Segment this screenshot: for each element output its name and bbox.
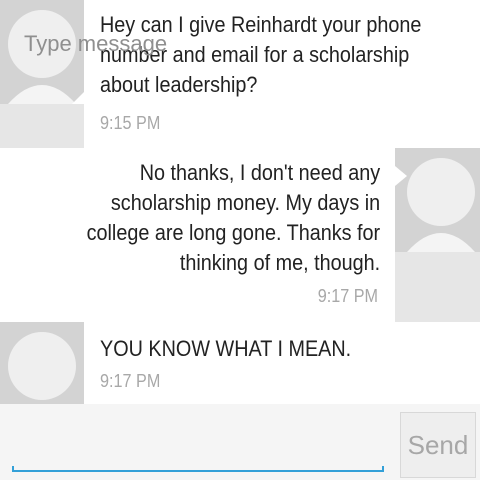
message-outgoing[interactable]: No thanks, I don't need any scholarship …: [0, 148, 480, 322]
message-line: YOU KNOW WHAT I MEAN.: [100, 336, 352, 361]
send-button[interactable]: Send: [400, 412, 476, 478]
message-line: about leadership?: [100, 72, 258, 97]
message-timestamp: 9:17 PM: [317, 286, 378, 306]
message-line: thinking of me, though.: [179, 250, 380, 275]
message-input[interactable]: [12, 16, 384, 72]
message-line: scholarship money. My days in: [110, 190, 381, 215]
message-text: No thanks, I don't need any scholarship …: [86, 158, 380, 278]
input-underline: [12, 466, 384, 472]
message-text: YOU KNOW WHAT I MEAN.: [100, 334, 351, 364]
message-timestamp: 9:15 PM: [100, 113, 161, 133]
contact-avatar-icon[interactable]: [0, 322, 84, 404]
message-line: college are long gone. Thanks for: [86, 220, 380, 245]
self-avatar-icon[interactable]: [395, 148, 480, 252]
conversation-screen: Hey can I give Reinhardt your phone numb…: [0, 0, 480, 480]
message-timestamp: 9:17 PM: [100, 371, 161, 391]
bubble-tail: [72, 92, 84, 104]
message-line: No thanks, I don't need any: [139, 160, 380, 185]
message-incoming[interactable]: YOU KNOW WHAT I MEAN. 9:17 PM: [0, 322, 480, 404]
bubble-tail: [395, 166, 407, 186]
